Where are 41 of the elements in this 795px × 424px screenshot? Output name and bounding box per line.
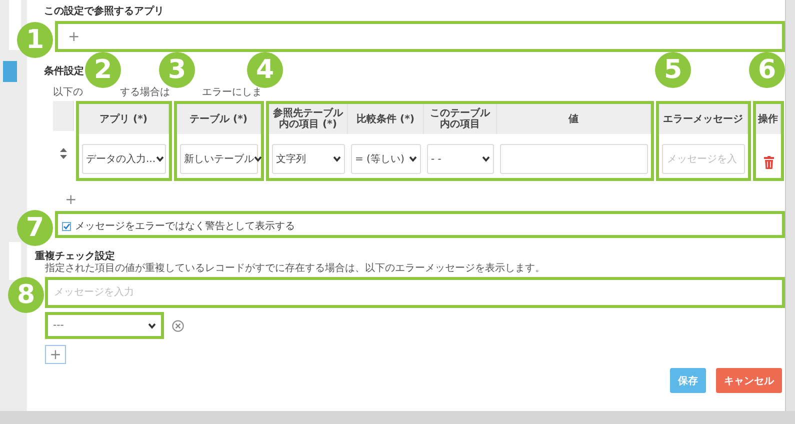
description-text: エラーにしま [202, 87, 262, 99]
sidebar-strip [9, 0, 21, 50]
select-field[interactable]: データの入力... [82, 144, 166, 174]
section-title: 重複チェック設定 [35, 251, 116, 262]
column-header: エラーメッセージ [659, 104, 748, 134]
section-title: 条件設定 [44, 66, 84, 78]
table-header [53, 101, 74, 131]
chevron-icon [482, 156, 490, 162]
column-header: 参照先テーブル内の項目 (*) [269, 104, 348, 134]
select-field[interactable]: - - [427, 144, 494, 174]
description-text: 以下の [53, 87, 83, 99]
chevron-icon [409, 156, 417, 162]
checkbox-label: メッセージをエラーではなく警告として表示する [75, 221, 295, 233]
description-text: する場合は [120, 87, 170, 99]
remove-icon[interactable] [172, 320, 184, 332]
column-header: アプリ (*) [79, 104, 169, 134]
sort-handle-icon[interactable] [60, 148, 67, 158]
select-field[interactable]: 文字列 [272, 144, 345, 174]
text-field[interactable]: メッセージを入 [662, 144, 745, 174]
add-button[interactable]: + [68, 30, 80, 44]
add-button[interactable]: + [45, 345, 66, 364]
checkbox[interactable] [62, 222, 71, 231]
text-field[interactable] [500, 144, 648, 174]
message-field[interactable]: メッセージを入力 [45, 277, 785, 308]
cancel-button[interactable]: キャンセル [716, 368, 782, 393]
chevron-icon [148, 322, 156, 328]
chevron-icon [254, 156, 262, 162]
select-field[interactable]: = (等しい) [351, 144, 421, 174]
column-header: 値 [497, 104, 651, 134]
delete-icon[interactable] [764, 156, 774, 169]
sidebar-strip [9, 242, 21, 280]
column-header: 比較条件 (*) [348, 104, 424, 134]
section-title: この設定で参照するアプリ [44, 6, 165, 18]
select-field[interactable]: --- [45, 312, 164, 339]
chevron-icon [156, 156, 164, 162]
column-header: このテーブル内の項目 [424, 104, 497, 134]
column-header: 操作 [756, 104, 781, 134]
chevron-icon [333, 156, 341, 162]
column-header: テーブル (*) [177, 104, 261, 134]
description-text: 指定された項目の値が重複しているレコードがすでに存在する場合は、以下のエラーメッセージを表示します。 [45, 263, 546, 275]
add-button[interactable]: + [65, 193, 77, 207]
